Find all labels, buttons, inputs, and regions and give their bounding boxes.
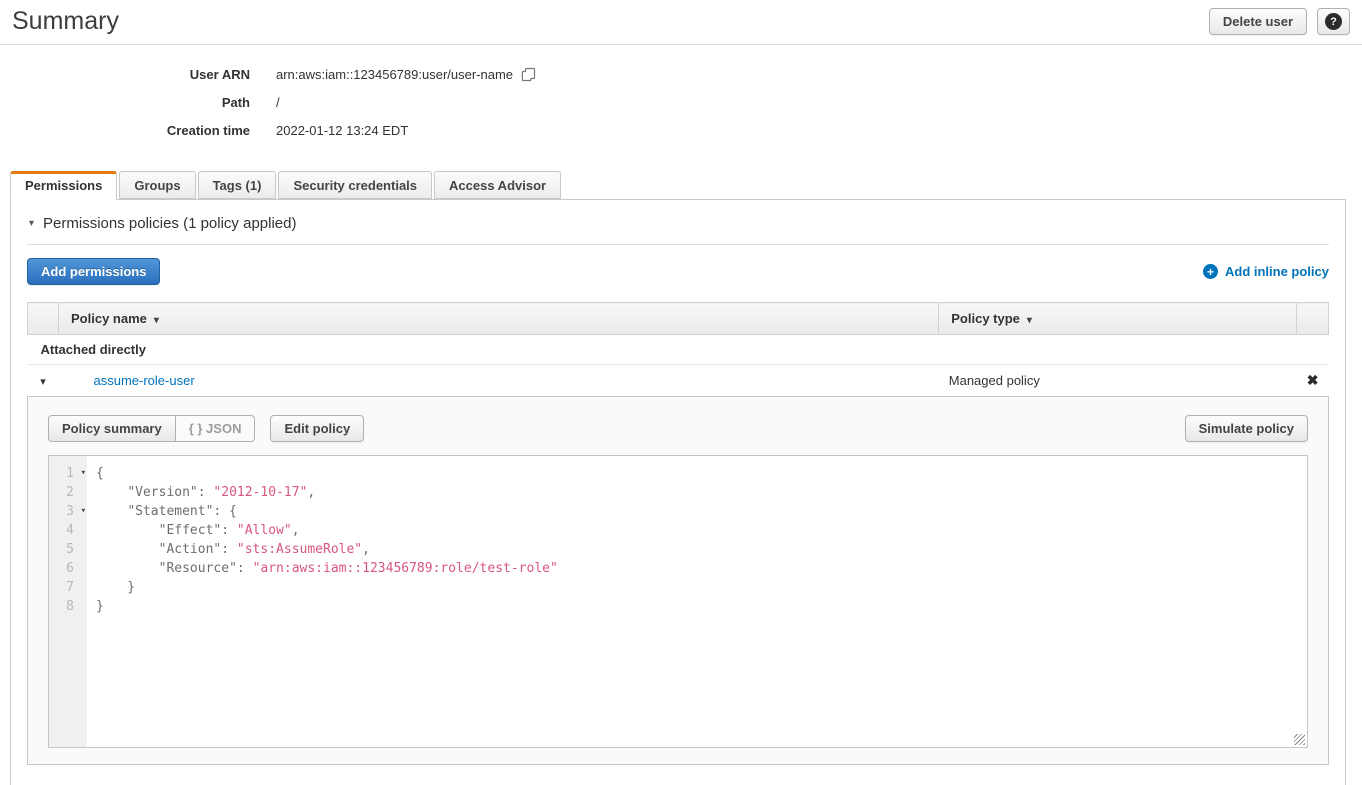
remove-column-header [1297,303,1329,335]
policy-table: Policy name▾ Policy type▾ Attached direc… [27,302,1329,396]
code-line: } [96,597,1307,616]
code-line: "Statement": { [96,502,1307,521]
policy-type-cell: Managed policy [939,365,1297,397]
section-title: Permissions policies (1 policy applied) [43,215,296,232]
creation-time-value: 2022-01-12 13:24 EDT [276,123,408,138]
sort-caret-icon: ▾ [1027,315,1032,326]
expand-column-header [28,303,59,335]
gutter-line-number[interactable]: 3▾ [49,502,87,521]
info-row-path: Path / [0,95,1362,110]
policy-table-header-row: Policy name▾ Policy type▾ [28,303,1329,335]
path-label: Path [0,95,250,110]
tab-access-advisor[interactable]: Access Advisor [434,171,561,199]
policy-type-column-header[interactable]: Policy type▾ [939,303,1297,335]
row-expand-toggle[interactable]: ▾ [28,365,59,397]
gutter-line-number: 4 [49,521,87,540]
policy-name-link[interactable]: assume-role-user [94,373,195,388]
code-line: "Resource": "arn:aws:iam::123456789:role… [96,559,1307,578]
tabstrip: Permissions Groups Tags (1) Security cre… [10,171,1346,200]
row-expand-caret-icon: ▾ [40,376,46,388]
policy-row-assume-role-user: ▾ assume-role-user Managed policy ✖ [28,365,1329,397]
user-arn-value-wrap: arn:aws:iam::123456789:user/user-name [276,67,536,82]
code-line: "Version": "2012-10-17", [96,483,1307,502]
policy-view-segmented-control: Policy summary { } JSON [48,415,255,442]
delete-user-button[interactable]: Delete user [1209,8,1307,35]
json-view-button[interactable]: { } JSON [176,415,256,442]
section-collapse-icon: ▾ [29,218,34,229]
code-line: "Effect": "Allow", [96,521,1307,540]
permissions-tab-content: ▾ Permissions policies (1 policy applied… [10,200,1346,785]
user-arn-value: arn:aws:iam::123456789:user/user-name [276,67,513,82]
gutter-line-number: 6 [49,559,87,578]
user-arn-label: User ARN [0,67,250,82]
gutter-line-number: 7 [49,578,87,597]
fold-toggle-icon[interactable]: ▾ [81,502,86,521]
plus-icon: + [1203,264,1218,279]
copy-icon[interactable] [521,67,536,82]
policy-summary-button[interactable]: Policy summary [48,415,176,442]
permissions-policies-section-header[interactable]: ▾ Permissions policies (1 policy applied… [27,200,1329,245]
edit-policy-button[interactable]: Edit policy [270,415,364,442]
tab-security-credentials[interactable]: Security credentials [278,171,432,199]
user-info-section: User ARN arn:aws:iam::123456789:user/use… [0,45,1362,155]
help-icon: ? [1325,13,1342,30]
code-line: "Action": "sts:AssumeRole", [96,540,1307,559]
add-inline-policy-link[interactable]: + Add inline policy [1203,264,1329,279]
policy-detail-toolbar: Policy summary { } JSON Edit policy Simu… [48,415,1308,442]
page-header: Summary Delete user ? [0,0,1362,45]
gutter-line-number: 5 [49,540,87,559]
sort-caret-icon: ▾ [154,315,159,326]
tab-groups[interactable]: Groups [119,171,195,199]
tab-tags[interactable]: Tags (1) [198,171,277,199]
add-permissions-button[interactable]: Add permissions [27,258,160,285]
attached-directly-label: Attached directly [28,335,1329,365]
remove-policy-button[interactable]: ✖ [1297,365,1329,397]
gutter-line-number: 8 [49,597,87,616]
tab-panel: Permissions Groups Tags (1) Security cre… [10,171,1346,785]
editor-resize-handle[interactable] [1294,734,1305,745]
help-button[interactable]: ? [1317,8,1350,35]
add-inline-policy-label: Add inline policy [1225,264,1329,279]
path-value: / [276,95,280,110]
attached-directly-group-row: Attached directly [28,335,1329,365]
editor-gutter: 1▾23▾45678 [49,456,87,747]
policy-detail-panel: Policy summary { } JSON Edit policy Simu… [27,396,1329,765]
info-row-creation-time: Creation time 2022-01-12 13:24 EDT [0,123,1362,138]
page-title: Summary [12,7,119,36]
code-line: { [96,464,1307,483]
creation-time-label: Creation time [0,123,250,138]
editor-code: { "Version": "2012-10-17", "Statement": … [87,456,1307,616]
tab-permissions[interactable]: Permissions [10,171,117,200]
code-line: } [96,578,1307,597]
header-buttons: Delete user ? [1209,8,1350,35]
info-row-user-arn: User ARN arn:aws:iam::123456789:user/use… [0,67,1362,82]
gutter-line-number: 2 [49,483,87,502]
gutter-line-number[interactable]: 1▾ [49,464,87,483]
policy-name-column-header[interactable]: Policy name▾ [59,303,939,335]
fold-toggle-icon[interactable]: ▾ [81,464,86,483]
policy-actions-row: Add permissions + Add inline policy [27,258,1329,285]
simulate-policy-button[interactable]: Simulate policy [1185,415,1308,442]
policy-json-editor[interactable]: 1▾23▾45678 { "Version": "2012-10-17", "S… [48,455,1308,748]
